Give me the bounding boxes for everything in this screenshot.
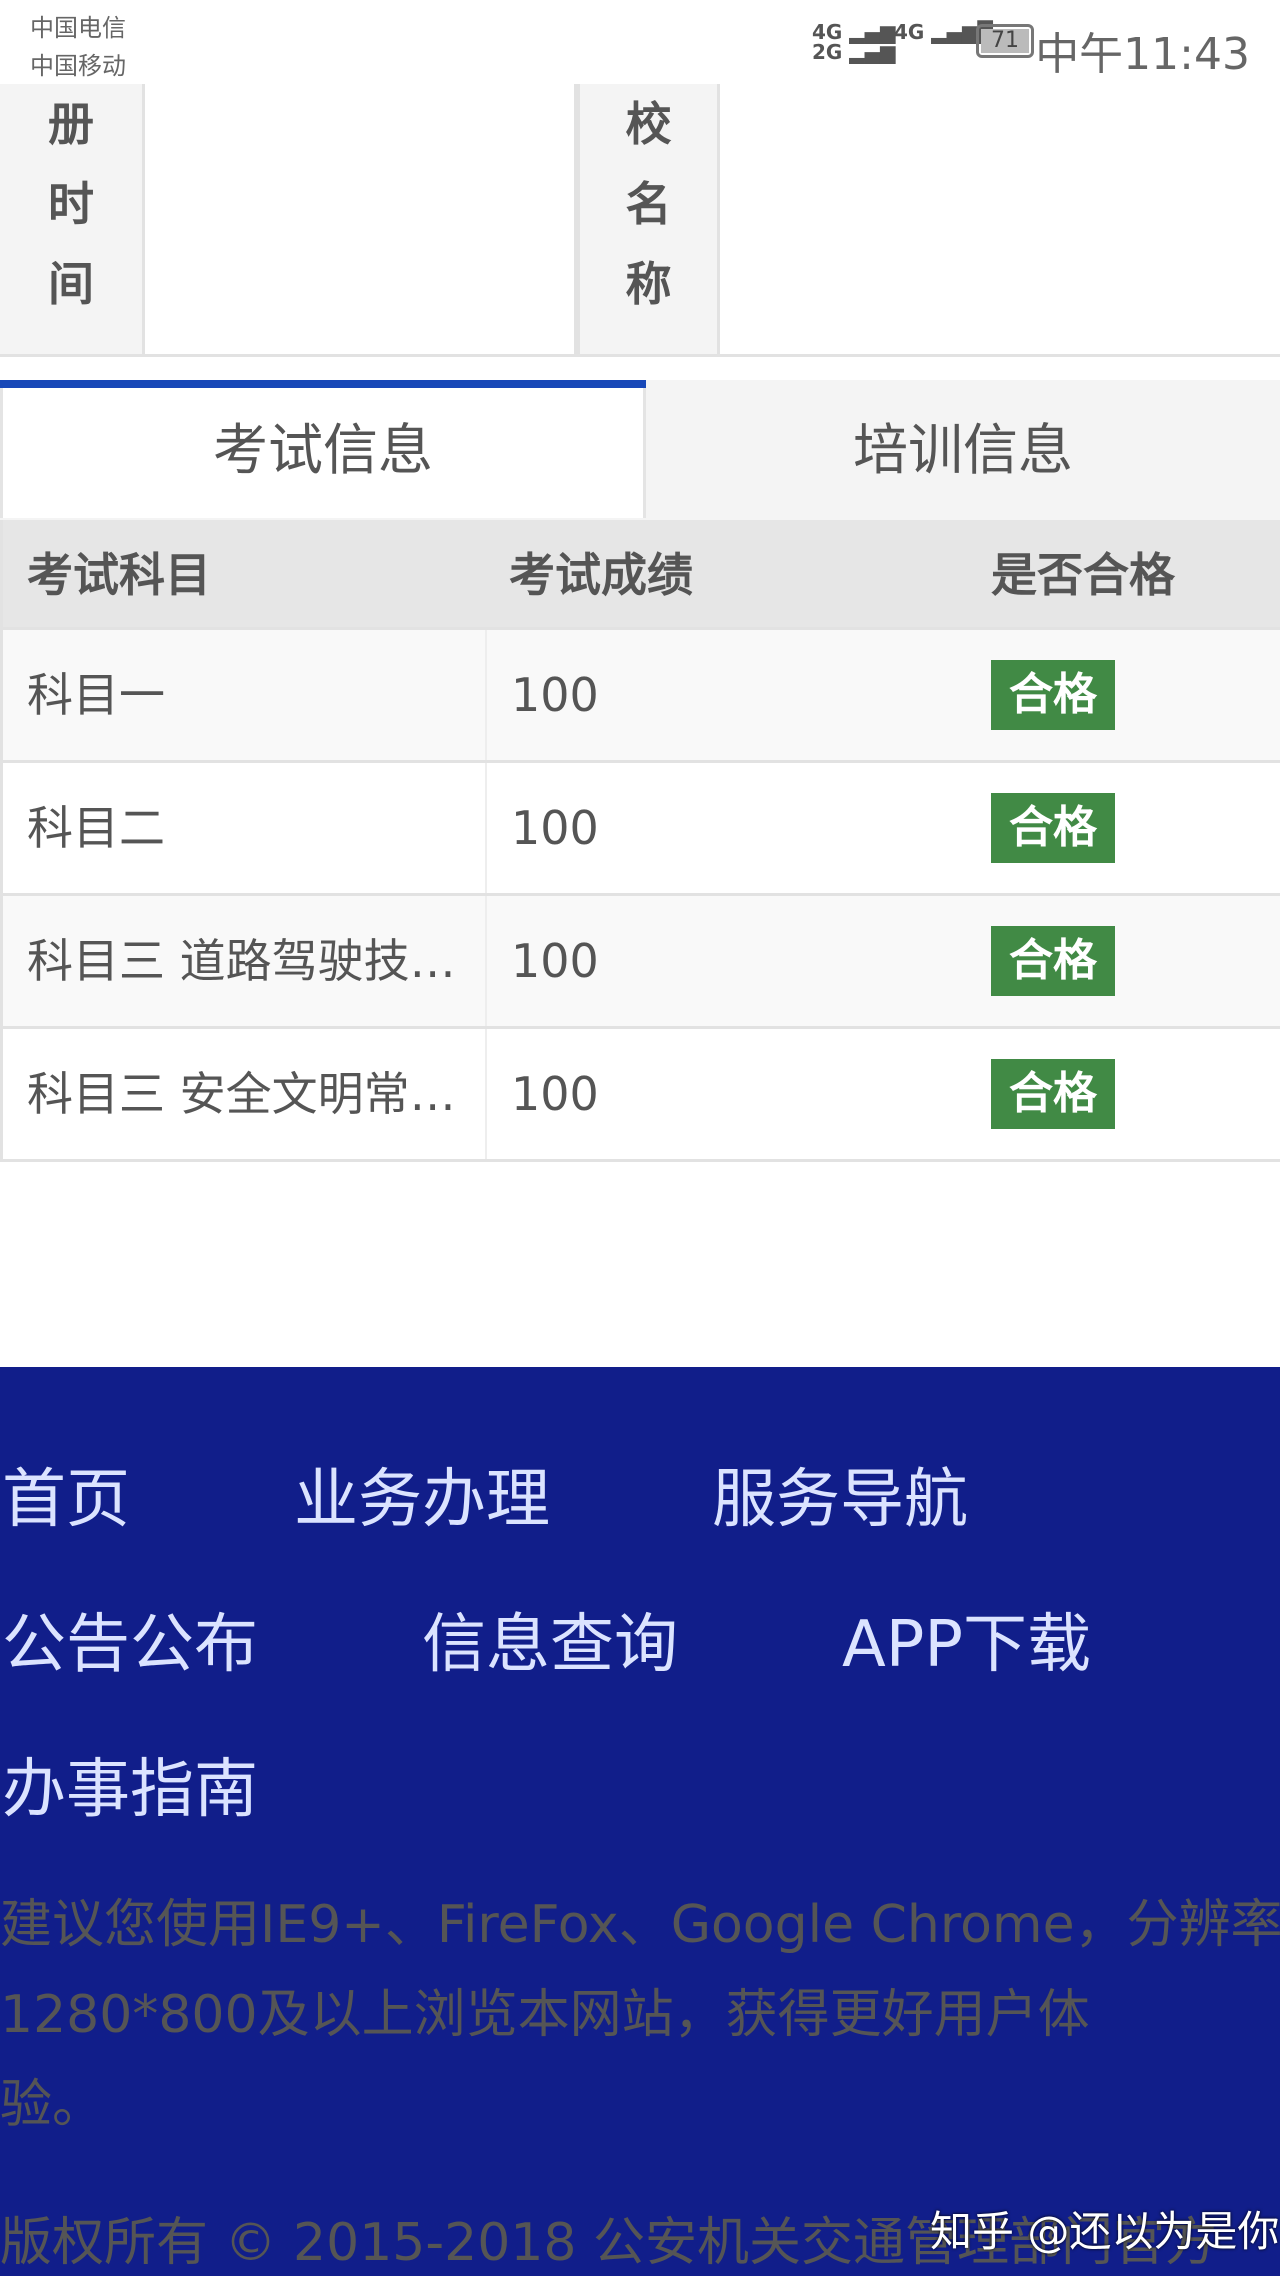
score: 100 [485, 763, 967, 893]
signal-label-2: 4G [894, 20, 925, 44]
pass-badge: 合格 [991, 926, 1115, 996]
notice-line: 建议您使用IE9+、FireFox、Google Chrome，分辨率 [0, 1895, 1280, 1955]
result-cell: 合格 [967, 896, 1280, 1026]
subject: 科目一 [27, 668, 165, 722]
carrier-2: 中国移动 [30, 52, 126, 80]
pass-badge: 合格 [991, 1059, 1115, 1129]
result-cell: 合格 [967, 630, 1280, 760]
browser-notice: 建议您使用IE9+、FireFox、Google Chrome，分辨率 1280… [0, 1880, 1280, 2150]
tab-exam-info[interactable]: 考试信息 [0, 388, 646, 518]
pass-badge: 合格 [991, 660, 1115, 730]
active-tab-indicator [0, 380, 646, 388]
footer-link-app-download[interactable]: APP下载 [842, 1593, 1091, 1685]
label-char: 名 [625, 177, 672, 231]
result-cell: 合格 [967, 1029, 1280, 1159]
label-char: 间 [48, 257, 94, 311]
notice-line: 验。 [0, 2075, 105, 2135]
subject: 科目三 道路驾驶技… [27, 934, 456, 988]
header-pass: 是否合格 [991, 548, 1175, 602]
table-row: 科目二 100 合格 [0, 763, 1280, 896]
pass-badge: 合格 [991, 793, 1115, 863]
info-value-register-time [145, 84, 577, 357]
score: 100 [485, 630, 967, 760]
label-char: 册 [48, 97, 94, 151]
info-label-school-name: 校 名 称 [577, 84, 720, 357]
score: 100 [485, 896, 967, 1026]
carrier-1: 中国电信 [30, 14, 126, 42]
watermark: 知乎 @还以为是你 [930, 2207, 1280, 2256]
footer-link-service-nav[interactable]: 服务导航 [712, 1448, 968, 1540]
result-cell: 合格 [967, 763, 1280, 893]
footer-link-announcements[interactable]: 公告公布 [2, 1593, 258, 1685]
label-char: 时 [48, 177, 94, 231]
info-value-school-name [720, 84, 1280, 357]
battery-level: 71 [981, 29, 1029, 53]
signal-label-2g: 2G [812, 40, 843, 64]
status-bar: 中国电信 中国移动 4G ▂▄▆ 2G ▂▄▆ 4G ▂▄▆█ 71 中午11:4… [0, 0, 1280, 84]
battery-icon: 71 [976, 24, 1034, 58]
footer-link-info-query[interactable]: 信息查询 [422, 1593, 678, 1685]
label-char: 校 [625, 97, 672, 151]
footer-link-home[interactable]: 首页 [2, 1448, 130, 1540]
tab-training-info[interactable]: 培训信息 [646, 388, 1280, 518]
signal-icon-1: 4G ▂▄▆ 2G ▂▄▆ [812, 20, 896, 64]
footer-link-guide[interactable]: 办事指南 [2, 1738, 258, 1830]
table-row: 科目三 道路驾驶技… 100 合格 [0, 896, 1280, 1029]
notice-line: 1280*800及以上浏览本网站，获得更好用户体 [0, 1985, 1090, 2045]
header-subject: 考试科目 [27, 548, 211, 602]
subject: 科目二 [27, 801, 165, 855]
table-row: 科目一 100 合格 [0, 630, 1280, 763]
label-char: 称 [625, 257, 672, 311]
clock: 中午11:43 [1035, 29, 1250, 80]
footer-link-business[interactable]: 业务办理 [294, 1448, 550, 1540]
subject: 科目三 安全文明常… [27, 1067, 456, 1121]
table-header: 考试科目 考试成绩 是否合格 [0, 520, 1280, 630]
header-score: 考试成绩 [509, 548, 693, 602]
table-row: 科目三 安全文明常… 100 合格 [0, 1029, 1280, 1162]
score: 100 [485, 1029, 967, 1159]
info-label-register-time: 册 时 间 [0, 84, 145, 357]
